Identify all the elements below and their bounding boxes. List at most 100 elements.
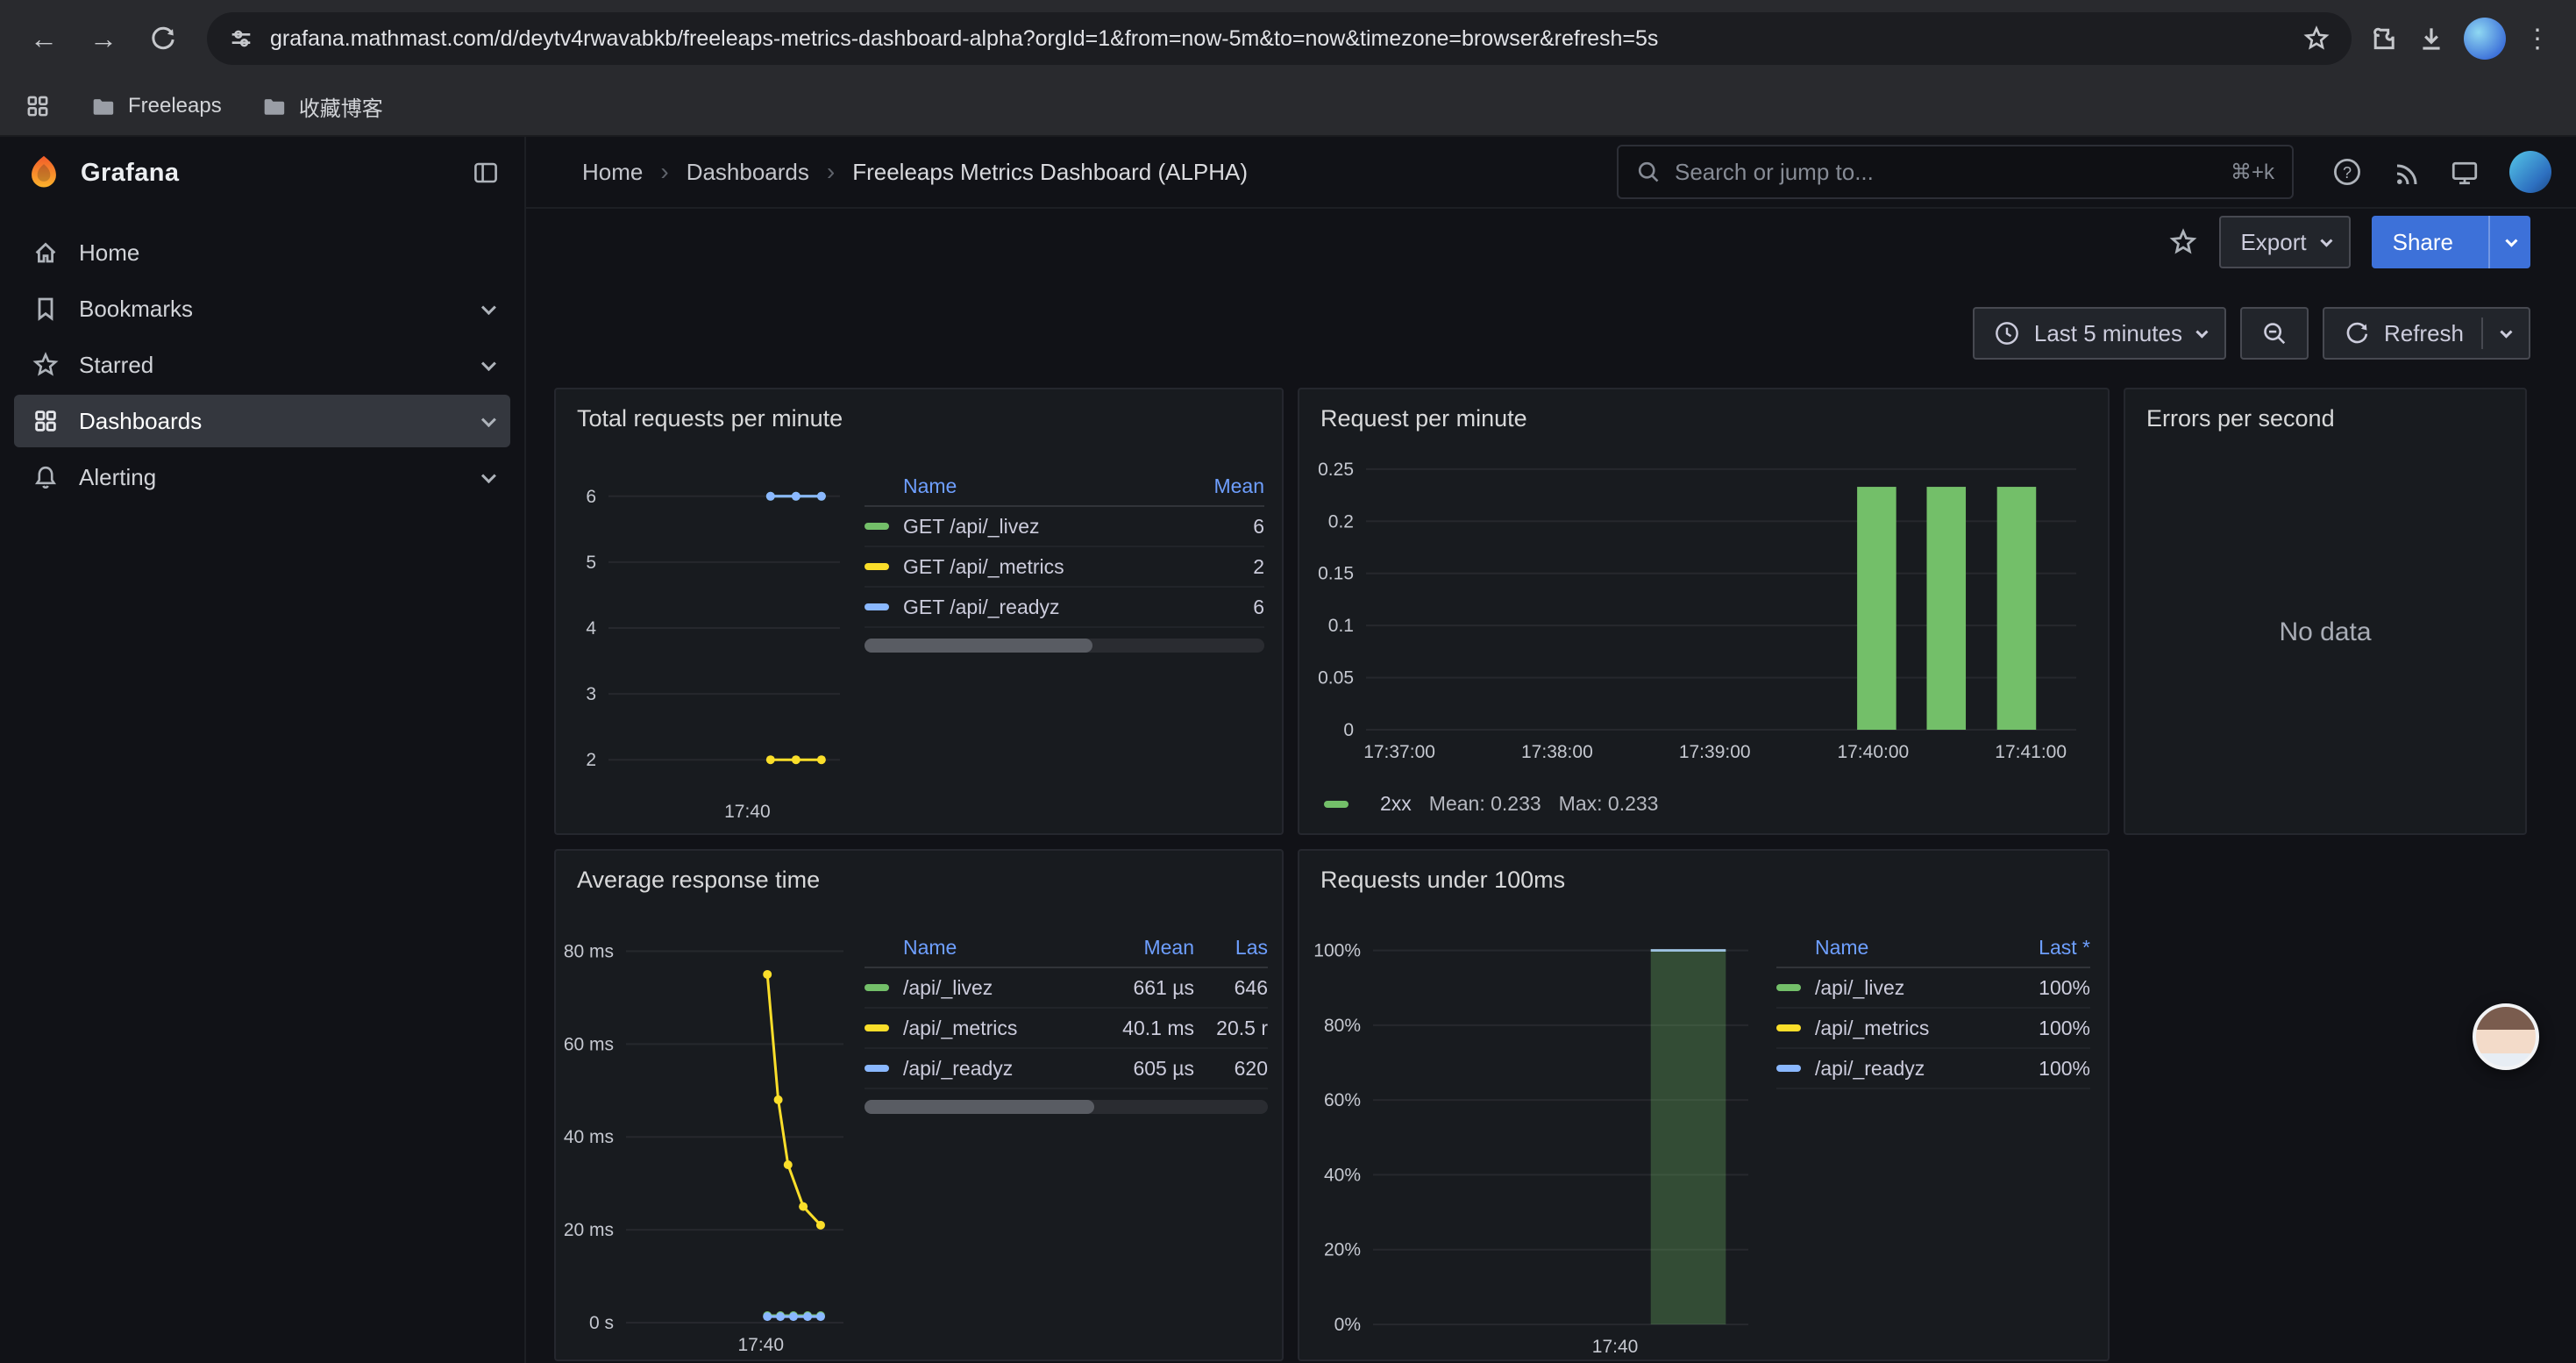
chevron-down-icon[interactable] <box>2500 326 2512 339</box>
series-mean: 605 µs <box>1121 1057 1194 1081</box>
scrollbar-thumb[interactable] <box>865 639 1092 653</box>
sidebar-item-home[interactable]: Home <box>14 226 510 279</box>
svg-text:0.15: 0.15 <box>1318 564 1354 584</box>
refresh-button[interactable]: Refresh <box>2323 307 2530 360</box>
grafana-logo[interactable] <box>25 153 63 192</box>
series-name[interactable]: /api/_metrics <box>903 1017 1121 1040</box>
apps-grid-icon[interactable] <box>25 93 51 119</box>
legend-row[interactable]: /api/_readyz 100% <box>1776 1049 2090 1089</box>
share-menu-button[interactable] <box>2488 216 2530 268</box>
help-icon[interactable]: ? <box>2332 157 2362 187</box>
series-name[interactable]: /api/_livez <box>1815 976 2017 1000</box>
legend-header-mean[interactable]: Mean <box>1121 936 1194 960</box>
chevron-down-icon[interactable] <box>481 356 496 371</box>
scrollbar-thumb[interactable] <box>865 1100 1094 1114</box>
chevron-down-icon <box>2195 326 2208 339</box>
legend-header-name[interactable]: Name <box>903 475 1191 498</box>
series-color-swatch <box>865 1024 889 1031</box>
export-button[interactable]: Export <box>2219 216 2350 268</box>
panel-title[interactable]: Requests under 100ms <box>1299 851 2108 894</box>
favorite-star-icon[interactable] <box>2168 227 2198 257</box>
average-response-time-chart[interactable]: 80 ms60 ms40 ms20 ms0 s17:40 <box>563 914 854 1361</box>
bookmark-item-freeleaps[interactable]: Freeleaps <box>89 93 222 119</box>
rss-icon[interactable] <box>2392 158 2420 186</box>
series-name[interactable]: /api/_livez <box>903 976 1121 1000</box>
breadcrumb-dashboards[interactable]: Dashboards <box>687 159 809 186</box>
browser-profile-avatar[interactable] <box>2464 18 2506 60</box>
address-bar[interactable]: grafana.mathmast.com/d/deytv4rwavabkb/fr… <box>207 12 2352 65</box>
bookmark-item-blogs[interactable]: 收藏博客 <box>260 91 383 122</box>
series-color-swatch <box>1776 1065 1801 1072</box>
legend-table: Name Mean Las /api/_livez 661 µs 646 <box>865 928 1268 1114</box>
grafana-profile-avatar[interactable] <box>2509 151 2551 193</box>
sidebar-item-starred[interactable]: Starred <box>14 339 510 391</box>
legend-row[interactable]: GET /api/_metrics 2 <box>865 547 1264 588</box>
legend-row[interactable]: /api/_readyz 605 µs 620 <box>865 1049 1268 1089</box>
back-icon[interactable]: ← <box>18 12 70 65</box>
search-box[interactable]: ⌘+k <box>1617 145 2294 199</box>
legend-header-last[interactable]: Last * <box>2017 936 2090 960</box>
forward-icon[interactable]: → <box>77 12 130 65</box>
legend-row[interactable]: /api/_livez 100% <box>1776 968 2090 1009</box>
svg-text:17:37:00: 17:37:00 <box>1363 742 1435 762</box>
series-name[interactable]: GET /api/_readyz <box>903 596 1191 619</box>
panel-title[interactable]: Request per minute <box>1299 389 2108 432</box>
legend-scrollbar[interactable] <box>865 639 1264 653</box>
dashboards-grid-icon <box>32 407 60 435</box>
time-range-picker[interactable]: Last 5 minutes <box>1973 307 2226 360</box>
legend-row[interactable]: /api/_metrics 40.1 ms 20.5 r <box>865 1009 1268 1049</box>
chevron-down-icon[interactable] <box>481 412 496 427</box>
reload-icon[interactable] <box>137 12 189 65</box>
legend-row[interactable]: GET /api/_livez 6 <box>865 507 1264 547</box>
url-text: grafana.mathmast.com/d/deytv4rwavabkb/fr… <box>270 26 1658 52</box>
panel-title[interactable]: Total requests per minute <box>556 389 1282 432</box>
floating-assistant-avatar[interactable] <box>2473 1003 2539 1070</box>
svg-text:60%: 60% <box>1324 1090 1361 1110</box>
export-label: Export <box>2240 229 2306 256</box>
legend-header-last[interactable]: Las <box>1194 936 1268 960</box>
series-name[interactable]: GET /api/_metrics <box>903 555 1191 579</box>
requests-under-100ms-chart[interactable]: 100%80%60%40%20%0%17:40 <box>1306 914 1759 1361</box>
request-per-minute-chart[interactable]: 0.250.20.150.10.05017:37:0017:38:0017:39… <box>1306 442 2097 768</box>
legend-header-name[interactable]: Name <box>903 936 1121 960</box>
panel-title[interactable]: Average response time <box>556 851 1282 894</box>
legend-row[interactable]: /api/_livez 661 µs 646 <box>865 968 1268 1009</box>
series-last: 100% <box>2017 1017 2090 1040</box>
breadcrumb-home[interactable]: Home <box>582 159 643 186</box>
series-name[interactable]: /api/_metrics <box>1815 1017 2017 1040</box>
monitor-icon[interactable] <box>2450 157 2480 187</box>
series-name[interactable]: /api/_readyz <box>903 1057 1121 1081</box>
legend-scrollbar[interactable] <box>865 1100 1268 1114</box>
sidebar-toggle-icon[interactable] <box>472 159 500 187</box>
panel-grid: Total requests per minute 6543217:40 Nam… <box>554 388 2530 1361</box>
zoom-out-button[interactable] <box>2240 307 2309 360</box>
series-name[interactable]: /api/_readyz <box>1815 1057 2017 1081</box>
legend-header-name[interactable]: Name <box>1815 936 2017 960</box>
panel-total-requests: Total requests per minute 6543217:40 Nam… <box>554 388 1284 835</box>
sidebar-item-alerting[interactable]: Alerting <box>14 451 510 503</box>
legend-row[interactable]: /api/_metrics 100% <box>1776 1009 2090 1049</box>
legend-row[interactable]: GET /api/_readyz 6 <box>865 588 1264 628</box>
sidebar-item-bookmarks[interactable]: Bookmarks <box>14 282 510 335</box>
site-info-icon[interactable] <box>228 25 254 52</box>
chevron-down-icon[interactable] <box>481 300 496 315</box>
browser-toolbar: ← → grafana.mathmast.com/d/deytv4rwavabk… <box>0 0 2576 77</box>
panel-title[interactable]: Errors per second <box>2125 389 2525 432</box>
series-name[interactable]: GET /api/_livez <box>903 515 1191 539</box>
share-label[interactable]: Share <box>2372 216 2474 268</box>
svg-text:4: 4 <box>586 618 596 639</box>
extensions-icon[interactable] <box>2369 24 2399 54</box>
legend-inline[interactable]: 2xx Mean: 0.233 Max: 0.233 <box>1324 792 1658 816</box>
series-name[interactable]: 2xx <box>1380 792 1412 816</box>
bookmark-star-icon[interactable] <box>2302 25 2330 53</box>
legend-header-mean[interactable]: Mean <box>1191 475 1264 498</box>
share-button[interactable]: Share <box>2372 216 2530 268</box>
sidebar-item-dashboards[interactable]: Dashboards <box>14 395 510 447</box>
search-input[interactable] <box>1675 159 2217 186</box>
browser-menu-icon[interactable]: ⋮ <box>2523 24 2551 54</box>
search-icon <box>1636 160 1661 184</box>
total-requests-chart[interactable]: 6543217:40 <box>563 453 854 828</box>
download-icon[interactable] <box>2416 24 2446 54</box>
series-last: 20.5 r <box>1194 1017 1268 1040</box>
chevron-down-icon[interactable] <box>481 468 496 483</box>
